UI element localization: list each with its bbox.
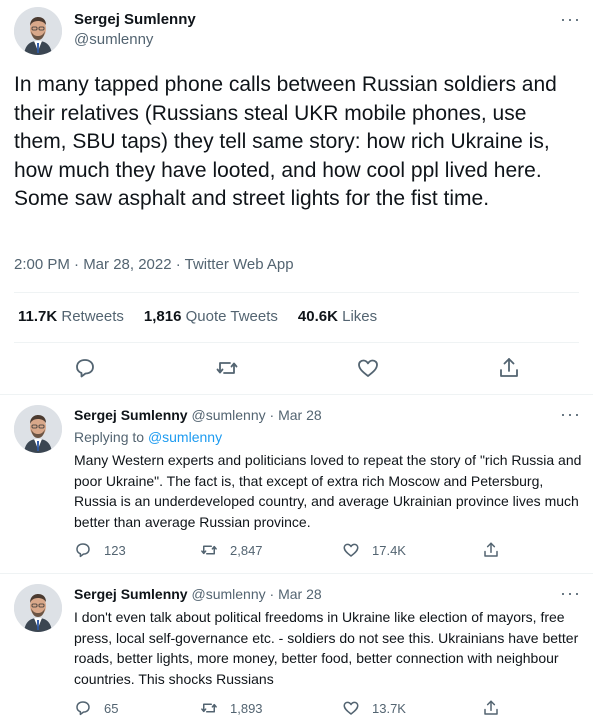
divider [14,342,579,343]
reply-icon[interactable] [73,356,97,380]
reply-count: 123 [104,543,126,558]
divider [14,292,579,293]
share-icon[interactable] [482,699,500,717]
avatar[interactable] [14,584,62,632]
like-count: 17.4K [372,543,406,558]
retweet-count: 1,893 [230,701,263,716]
more-options-icon[interactable]: ··· [560,10,581,28]
author-name[interactable]: Sergej Sumlenny [74,11,196,28]
reply-text: Many Western experts and politicians lov… [74,452,582,530]
tweet-date[interactable]: · Mar 28 [270,586,322,602]
retweet-icon[interactable] [200,699,218,717]
author-name[interactable]: Sergej Sumlenny [74,586,188,602]
like-icon[interactable] [356,356,380,380]
quote-tweets-stat[interactable]: 1,816 Quote Tweets [144,308,278,325]
tweet-date[interactable]: · Mar 28 [270,407,322,423]
replying-to-handle[interactable]: @sumlenny [148,429,222,445]
reply-icon[interactable] [74,699,92,717]
like-count: 13.7K [372,701,406,716]
retweets-stat[interactable]: 11.7K Retweets [18,308,124,325]
reply-text: I don't even talk about political freedo… [74,609,579,687]
divider [0,573,593,574]
tweet-meta[interactable]: 2:00 PM · Mar 28, 2022 · Twitter Web App [14,256,294,273]
more-options-icon[interactable]: ··· [560,405,581,423]
like-icon[interactable] [342,541,360,559]
author-handle[interactable]: @sumlenny [191,586,265,602]
reply-header: Sergej Sumlenny @sumlenny · Mar 28 [74,586,322,602]
share-icon[interactable] [497,356,521,380]
avatar[interactable] [14,7,62,55]
author-name[interactable]: Sergej Sumlenny [74,407,188,423]
reply-icon[interactable] [74,541,92,559]
retweet-icon[interactable] [215,356,239,380]
likes-stat[interactable]: 40.6K Likes [298,308,377,325]
reply-header: Sergej Sumlenny @sumlenny · Mar 28 [74,407,322,423]
like-icon[interactable] [342,699,360,717]
avatar[interactable] [14,405,62,453]
divider [0,394,593,395]
reply-count: 65 [104,701,119,716]
author-handle[interactable]: @sumlenny [74,31,153,48]
share-icon[interactable] [482,541,500,559]
tweet-text: In many tapped phone calls between Russi… [14,73,557,210]
replying-to: Replying to @sumlenny [74,429,223,445]
stats-bar: 11.7K Retweets 1,816 Quote Tweets 40.6K … [18,308,377,325]
retweet-icon[interactable] [200,541,218,559]
more-options-icon[interactable]: ··· [560,584,581,602]
author-handle[interactable]: @sumlenny [191,407,265,423]
retweet-count: 2,847 [230,543,263,558]
